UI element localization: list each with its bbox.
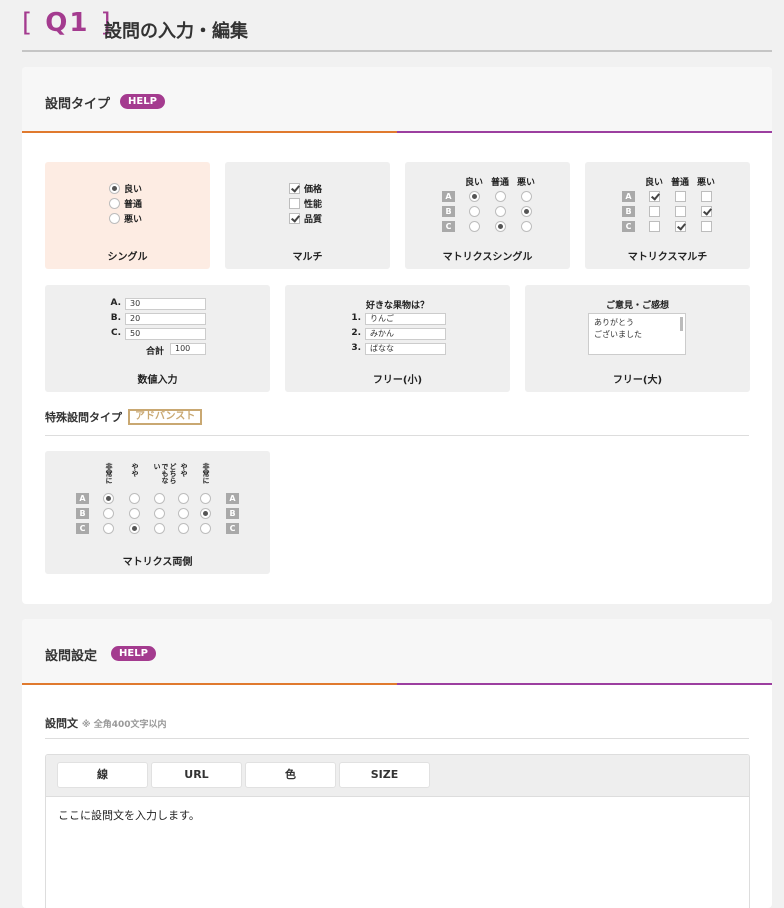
radio-icon (200, 508, 211, 519)
row-label: A (442, 191, 455, 202)
type-card-numeric[interactable]: A. 30 B. 20 C. 50 合計 100 数値入力 (45, 285, 270, 392)
radio-icon (129, 508, 140, 519)
color-button[interactable]: 色 (245, 762, 336, 788)
radio-icon (521, 206, 532, 217)
row-label: B (76, 508, 89, 519)
radio-icon (521, 191, 532, 202)
radio-icon (521, 221, 532, 232)
radio-icon (154, 523, 165, 534)
size-button[interactable]: SIZE (339, 762, 430, 788)
row-label: C (226, 523, 239, 534)
type-card-matrix-multi[interactable]: 良い 普通 悪い A B C マトリクスマルチ (585, 162, 750, 269)
question-settings-panel: 設問設定 HELP 設問文 ※ 全角400文字以内 線 URL 色 SIZE こ… (22, 619, 772, 908)
question-settings-title: 設問設定 (45, 649, 98, 664)
row-label: A (76, 493, 89, 504)
card-label: シングル (107, 252, 148, 263)
checkbox-icon (701, 221, 712, 232)
radio-icon (495, 221, 506, 232)
row-label: B (442, 206, 455, 217)
radio-icon (109, 183, 120, 194)
checkbox-icon (649, 206, 660, 217)
type-card-free-small[interactable]: 好きな果物は？ 1. りんご 2. みかん 3. ばなな フリー(小) (285, 285, 510, 392)
checkbox-checked-icon (701, 206, 712, 217)
checkbox-icon (675, 191, 686, 202)
checkbox-checked-icon (289, 213, 300, 224)
question-type-title: 設問タイプ (45, 97, 111, 112)
char-limit-note: ※ 全角400文字以内 (81, 720, 167, 730)
scrollbar (680, 317, 683, 331)
card-label: マトリクス両側 (122, 557, 193, 568)
checkbox-icon (649, 221, 660, 232)
type-card-matrix-single[interactable]: 良い 普通 悪い A B C マトリクスシングル (405, 162, 570, 269)
special-type-title: 特殊設問タイプ (45, 411, 122, 424)
card-label: フリー(小) (372, 375, 423, 386)
checkbox-icon (289, 198, 300, 209)
radio-icon (495, 206, 506, 217)
radio-icon (154, 493, 165, 504)
row-label: C (76, 523, 89, 534)
radio-icon (103, 508, 114, 519)
radio-icon (469, 206, 480, 217)
editor-toolbar: 線 URL 色 SIZE (46, 755, 749, 797)
row-label: C (622, 221, 635, 232)
question-settings-help-button[interactable]: HELP (111, 646, 156, 661)
card-label: マトリクスマルチ (627, 252, 708, 263)
question-type-help-button[interactable]: HELP (120, 94, 165, 109)
radio-icon (129, 523, 140, 534)
panel-divider (22, 683, 772, 685)
card-label: フリー(大) (612, 375, 663, 386)
checkbox-checked-icon (675, 221, 686, 232)
url-button[interactable]: URL (151, 762, 242, 788)
row-label: B (622, 206, 635, 217)
panel-divider (22, 131, 772, 133)
radio-icon (154, 508, 165, 519)
card-label: マトリクスシングル (442, 252, 533, 263)
type-card-multi[interactable]: 価格 性能 品質 マルチ (225, 162, 390, 269)
radio-icon (200, 523, 211, 534)
radio-icon (495, 191, 506, 202)
page-title: 設問の入力・編集 (104, 21, 248, 42)
question-text-input[interactable]: ここに設問文を入力します。 (46, 797, 749, 833)
row-label: A (226, 493, 239, 504)
radio-icon (109, 213, 120, 224)
radio-icon (200, 493, 211, 504)
card-label: マルチ (292, 252, 323, 263)
advanced-badge: アドバンスト (128, 409, 203, 425)
row-label: B (226, 508, 239, 519)
checkbox-icon (675, 206, 686, 217)
row-label: A (622, 191, 635, 202)
radio-icon (103, 523, 114, 534)
question-text-editor: 線 URL 色 SIZE ここに設問文を入力します。 (45, 754, 750, 908)
radio-icon (129, 493, 140, 504)
page-header: [ Q1 ] 設問の入力・編集 (22, 0, 772, 52)
checkbox-checked-icon (289, 183, 300, 194)
radio-icon (178, 523, 189, 534)
type-card-free-large[interactable]: ご意見・ご感想 ありがとう ございました フリー(大) (525, 285, 750, 392)
radio-icon (178, 493, 189, 504)
type-card-single[interactable]: 良い 普通 悪い シングル (45, 162, 210, 269)
checkbox-icon (701, 191, 712, 202)
type-card-matrix-both[interactable]: 非常に やや どちらでもない やや 非常に A B C A B C マトリクス両… (45, 451, 270, 574)
radio-icon (178, 508, 189, 519)
radio-icon (109, 198, 120, 209)
row-label: C (442, 221, 455, 232)
card-label: 数値入力 (137, 375, 178, 386)
checkbox-checked-icon (649, 191, 660, 202)
question-type-panel: 設問タイプ HELP 良い 普通 悪い シングル 価格 性能 品質 マルチ 良い… (22, 67, 772, 604)
radio-icon (469, 221, 480, 232)
question-text-label: 設問文 ※ 全角400文字以内 (45, 717, 167, 730)
radio-icon (469, 191, 480, 202)
question-number: [ Q1 ] (22, 8, 113, 38)
line-button[interactable]: 線 (57, 762, 148, 788)
radio-icon (103, 493, 114, 504)
